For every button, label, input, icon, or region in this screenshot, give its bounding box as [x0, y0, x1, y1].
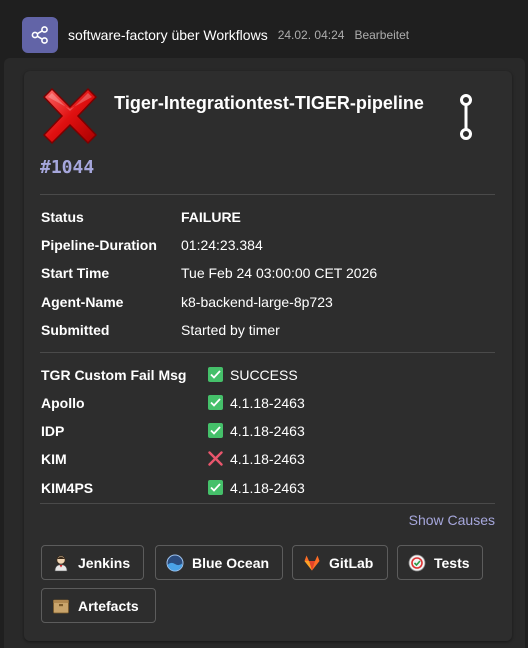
fact-key: Pipeline-Duration [41, 237, 157, 253]
tests-icon [408, 554, 426, 572]
result-value: 4.1.18-2463 [230, 480, 305, 496]
divider [40, 503, 495, 504]
result-key: Apollo [41, 395, 85, 411]
divider [40, 194, 495, 195]
tests-button[interactable]: Tests [397, 545, 483, 580]
result-key: TGR Custom Fail Msg [41, 367, 187, 383]
button-label: Artefacts [78, 597, 139, 614]
fact-key: Submitted [41, 322, 110, 338]
red-x-icon [40, 87, 100, 145]
workflow-share-icon[interactable] [22, 17, 58, 53]
artefacts-button[interactable]: Artefacts [41, 588, 156, 623]
message-timestamp: 24.02. 04:24 [277, 28, 345, 42]
gitlab-button[interactable]: GitLab [292, 545, 388, 580]
blue-ocean-button[interactable]: Blue Ocean [155, 545, 283, 580]
result-value: SUCCESS [230, 367, 298, 383]
pipeline-flow-icon [454, 94, 478, 140]
jenkins-button[interactable]: Jenkins [41, 545, 144, 580]
result-key: KIM [41, 451, 67, 467]
divider [40, 352, 495, 353]
artefacts-icon [52, 597, 70, 615]
gitlab-icon [303, 554, 321, 572]
fact-value: 01:24:23.384 [181, 237, 263, 253]
result-value: 4.1.18-2463 [230, 423, 305, 439]
button-label: Blue Ocean [192, 554, 270, 571]
check-icon [208, 395, 223, 410]
button-label: Tests [434, 554, 470, 571]
button-label: Jenkins [78, 554, 131, 571]
build-number: #1044 [40, 157, 95, 178]
check-icon [208, 423, 223, 438]
fact-key: Start Time [41, 265, 110, 281]
sender-name[interactable]: software-factory über Workflows [68, 27, 268, 43]
jenkins-icon [52, 554, 70, 572]
result-key: KIM4PS [41, 480, 94, 496]
fact-key: Status [41, 209, 84, 225]
check-icon [208, 367, 223, 382]
check-icon [208, 480, 223, 495]
message-header: software-factory über Workflows 24.02. 0… [22, 17, 522, 53]
cross-icon [208, 451, 223, 466]
fact-value: Started by timer [181, 322, 280, 338]
fact-value: k8-backend-large-8p723 [181, 294, 333, 310]
result-value: 4.1.18-2463 [230, 451, 305, 467]
result-key: IDP [41, 423, 65, 439]
edited-label: Bearbeitet [354, 28, 410, 42]
result-value: 4.1.18-2463 [230, 395, 305, 411]
fact-value: FAILURE [181, 209, 241, 225]
card-title: Tiger-Integrationtest-TIGER-pipeline [114, 93, 424, 113]
button-label: GitLab [329, 554, 374, 571]
show-causes-link[interactable]: Show Causes [380, 512, 495, 528]
blue-ocean-icon [166, 554, 184, 572]
fact-key: Agent-Name [41, 294, 124, 310]
fact-value: Tue Feb 24 03:00:00 CET 2026 [181, 265, 378, 281]
